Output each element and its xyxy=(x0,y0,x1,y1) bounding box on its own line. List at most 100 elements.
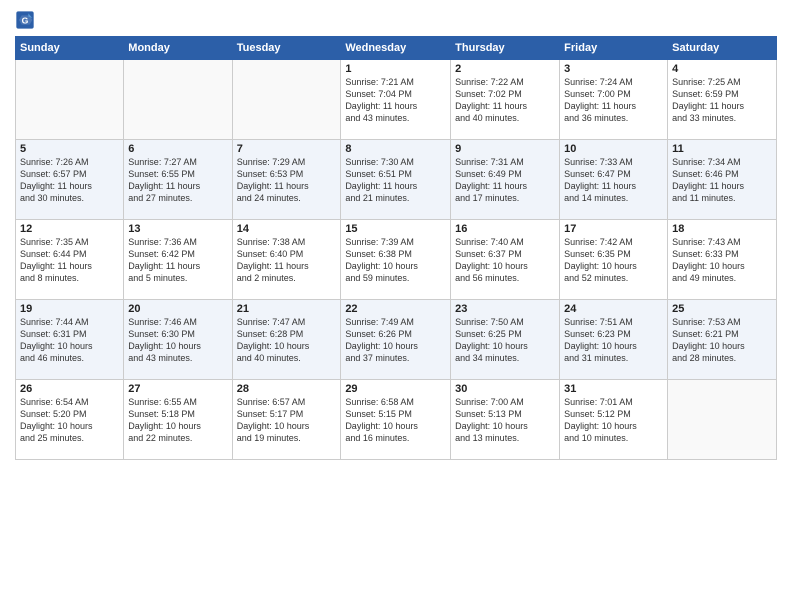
calendar-cell: 20Sunrise: 7:46 AM Sunset: 6:30 PM Dayli… xyxy=(124,300,232,380)
calendar-cell: 11Sunrise: 7:34 AM Sunset: 6:46 PM Dayli… xyxy=(668,140,777,220)
day-number: 10 xyxy=(564,143,663,155)
day-info: Sunrise: 7:40 AM Sunset: 6:37 PM Dayligh… xyxy=(455,236,555,285)
svg-text:G: G xyxy=(22,15,29,25)
day-info: Sunrise: 7:29 AM Sunset: 6:53 PM Dayligh… xyxy=(237,156,337,205)
calendar-cell: 30Sunrise: 7:00 AM Sunset: 5:13 PM Dayli… xyxy=(451,380,560,460)
calendar-week-row: 19Sunrise: 7:44 AM Sunset: 6:31 PM Dayli… xyxy=(16,300,777,380)
day-info: Sunrise: 7:01 AM Sunset: 5:12 PM Dayligh… xyxy=(564,396,663,445)
day-info: Sunrise: 7:43 AM Sunset: 6:33 PM Dayligh… xyxy=(672,236,772,285)
calendar-cell: 8Sunrise: 7:30 AM Sunset: 6:51 PM Daylig… xyxy=(341,140,451,220)
day-number: 24 xyxy=(564,303,663,315)
day-number: 31 xyxy=(564,383,663,395)
calendar-cell: 25Sunrise: 7:53 AM Sunset: 6:21 PM Dayli… xyxy=(668,300,777,380)
weekday-header-row: SundayMondayTuesdayWednesdayThursdayFrid… xyxy=(16,37,777,60)
calendar-cell: 24Sunrise: 7:51 AM Sunset: 6:23 PM Dayli… xyxy=(560,300,668,380)
day-number: 29 xyxy=(345,383,446,395)
day-info: Sunrise: 7:38 AM Sunset: 6:40 PM Dayligh… xyxy=(237,236,337,285)
calendar-cell: 26Sunrise: 6:54 AM Sunset: 5:20 PM Dayli… xyxy=(16,380,124,460)
calendar-week-row: 12Sunrise: 7:35 AM Sunset: 6:44 PM Dayli… xyxy=(16,220,777,300)
calendar-cell: 18Sunrise: 7:43 AM Sunset: 6:33 PM Dayli… xyxy=(668,220,777,300)
calendar-cell: 15Sunrise: 7:39 AM Sunset: 6:38 PM Dayli… xyxy=(341,220,451,300)
calendar-cell xyxy=(232,60,341,140)
weekday-header-wednesday: Wednesday xyxy=(341,37,451,60)
day-info: Sunrise: 7:39 AM Sunset: 6:38 PM Dayligh… xyxy=(345,236,446,285)
day-number: 18 xyxy=(672,223,772,235)
day-info: Sunrise: 7:33 AM Sunset: 6:47 PM Dayligh… xyxy=(564,156,663,205)
day-number: 21 xyxy=(237,303,337,315)
calendar-cell: 23Sunrise: 7:50 AM Sunset: 6:25 PM Dayli… xyxy=(451,300,560,380)
calendar-cell: 22Sunrise: 7:49 AM Sunset: 6:26 PM Dayli… xyxy=(341,300,451,380)
calendar-cell: 3Sunrise: 7:24 AM Sunset: 7:00 PM Daylig… xyxy=(560,60,668,140)
day-info: Sunrise: 6:55 AM Sunset: 5:18 PM Dayligh… xyxy=(128,396,227,445)
day-number: 7 xyxy=(237,143,337,155)
header: G xyxy=(15,10,777,30)
day-number: 3 xyxy=(564,63,663,75)
day-info: Sunrise: 7:36 AM Sunset: 6:42 PM Dayligh… xyxy=(128,236,227,285)
day-number: 25 xyxy=(672,303,772,315)
calendar-cell: 27Sunrise: 6:55 AM Sunset: 5:18 PM Dayli… xyxy=(124,380,232,460)
day-info: Sunrise: 7:31 AM Sunset: 6:49 PM Dayligh… xyxy=(455,156,555,205)
calendar-cell: 6Sunrise: 7:27 AM Sunset: 6:55 PM Daylig… xyxy=(124,140,232,220)
day-number: 27 xyxy=(128,383,227,395)
day-number: 6 xyxy=(128,143,227,155)
day-info: Sunrise: 6:54 AM Sunset: 5:20 PM Dayligh… xyxy=(20,396,119,445)
calendar-cell: 17Sunrise: 7:42 AM Sunset: 6:35 PM Dayli… xyxy=(560,220,668,300)
calendar-week-row: 26Sunrise: 6:54 AM Sunset: 5:20 PM Dayli… xyxy=(16,380,777,460)
day-number: 23 xyxy=(455,303,555,315)
day-info: Sunrise: 7:24 AM Sunset: 7:00 PM Dayligh… xyxy=(564,76,663,125)
calendar-cell: 14Sunrise: 7:38 AM Sunset: 6:40 PM Dayli… xyxy=(232,220,341,300)
day-info: Sunrise: 7:25 AM Sunset: 6:59 PM Dayligh… xyxy=(672,76,772,125)
calendar-cell: 19Sunrise: 7:44 AM Sunset: 6:31 PM Dayli… xyxy=(16,300,124,380)
day-number: 28 xyxy=(237,383,337,395)
calendar-cell: 13Sunrise: 7:36 AM Sunset: 6:42 PM Dayli… xyxy=(124,220,232,300)
calendar-cell: 5Sunrise: 7:26 AM Sunset: 6:57 PM Daylig… xyxy=(16,140,124,220)
calendar-cell: 9Sunrise: 7:31 AM Sunset: 6:49 PM Daylig… xyxy=(451,140,560,220)
day-info: Sunrise: 7:53 AM Sunset: 6:21 PM Dayligh… xyxy=(672,316,772,365)
day-number: 9 xyxy=(455,143,555,155)
calendar-cell: 29Sunrise: 6:58 AM Sunset: 5:15 PM Dayli… xyxy=(341,380,451,460)
day-number: 12 xyxy=(20,223,119,235)
day-info: Sunrise: 7:35 AM Sunset: 6:44 PM Dayligh… xyxy=(20,236,119,285)
day-number: 26 xyxy=(20,383,119,395)
weekday-header-monday: Monday xyxy=(124,37,232,60)
weekday-header-tuesday: Tuesday xyxy=(232,37,341,60)
weekday-header-friday: Friday xyxy=(560,37,668,60)
calendar-cell xyxy=(124,60,232,140)
calendar-cell: 31Sunrise: 7:01 AM Sunset: 5:12 PM Dayli… xyxy=(560,380,668,460)
calendar-cell xyxy=(668,380,777,460)
weekday-header-saturday: Saturday xyxy=(668,37,777,60)
day-info: Sunrise: 7:47 AM Sunset: 6:28 PM Dayligh… xyxy=(237,316,337,365)
logo: G xyxy=(15,10,37,30)
day-info: Sunrise: 7:42 AM Sunset: 6:35 PM Dayligh… xyxy=(564,236,663,285)
calendar-cell xyxy=(16,60,124,140)
day-info: Sunrise: 6:58 AM Sunset: 5:15 PM Dayligh… xyxy=(345,396,446,445)
day-info: Sunrise: 7:49 AM Sunset: 6:26 PM Dayligh… xyxy=(345,316,446,365)
page-container: G SundayMondayTuesdayWednesdayThursdayFr… xyxy=(0,0,792,470)
day-number: 2 xyxy=(455,63,555,75)
day-number: 30 xyxy=(455,383,555,395)
day-number: 16 xyxy=(455,223,555,235)
calendar-cell: 10Sunrise: 7:33 AM Sunset: 6:47 PM Dayli… xyxy=(560,140,668,220)
weekday-header-thursday: Thursday xyxy=(451,37,560,60)
calendar-cell: 16Sunrise: 7:40 AM Sunset: 6:37 PM Dayli… xyxy=(451,220,560,300)
calendar-cell: 2Sunrise: 7:22 AM Sunset: 7:02 PM Daylig… xyxy=(451,60,560,140)
day-number: 4 xyxy=(672,63,772,75)
weekday-header-sunday: Sunday xyxy=(16,37,124,60)
day-info: Sunrise: 6:57 AM Sunset: 5:17 PM Dayligh… xyxy=(237,396,337,445)
day-number: 8 xyxy=(345,143,446,155)
day-number: 1 xyxy=(345,63,446,75)
day-info: Sunrise: 7:00 AM Sunset: 5:13 PM Dayligh… xyxy=(455,396,555,445)
logo-icon: G xyxy=(15,10,35,30)
calendar-table: SundayMondayTuesdayWednesdayThursdayFrid… xyxy=(15,36,777,460)
day-info: Sunrise: 7:34 AM Sunset: 6:46 PM Dayligh… xyxy=(672,156,772,205)
day-info: Sunrise: 7:50 AM Sunset: 6:25 PM Dayligh… xyxy=(455,316,555,365)
calendar-cell: 7Sunrise: 7:29 AM Sunset: 6:53 PM Daylig… xyxy=(232,140,341,220)
calendar-cell: 28Sunrise: 6:57 AM Sunset: 5:17 PM Dayli… xyxy=(232,380,341,460)
day-number: 5 xyxy=(20,143,119,155)
day-number: 19 xyxy=(20,303,119,315)
day-number: 17 xyxy=(564,223,663,235)
day-info: Sunrise: 7:30 AM Sunset: 6:51 PM Dayligh… xyxy=(345,156,446,205)
calendar-week-row: 5Sunrise: 7:26 AM Sunset: 6:57 PM Daylig… xyxy=(16,140,777,220)
day-info: Sunrise: 7:22 AM Sunset: 7:02 PM Dayligh… xyxy=(455,76,555,125)
day-info: Sunrise: 7:51 AM Sunset: 6:23 PM Dayligh… xyxy=(564,316,663,365)
